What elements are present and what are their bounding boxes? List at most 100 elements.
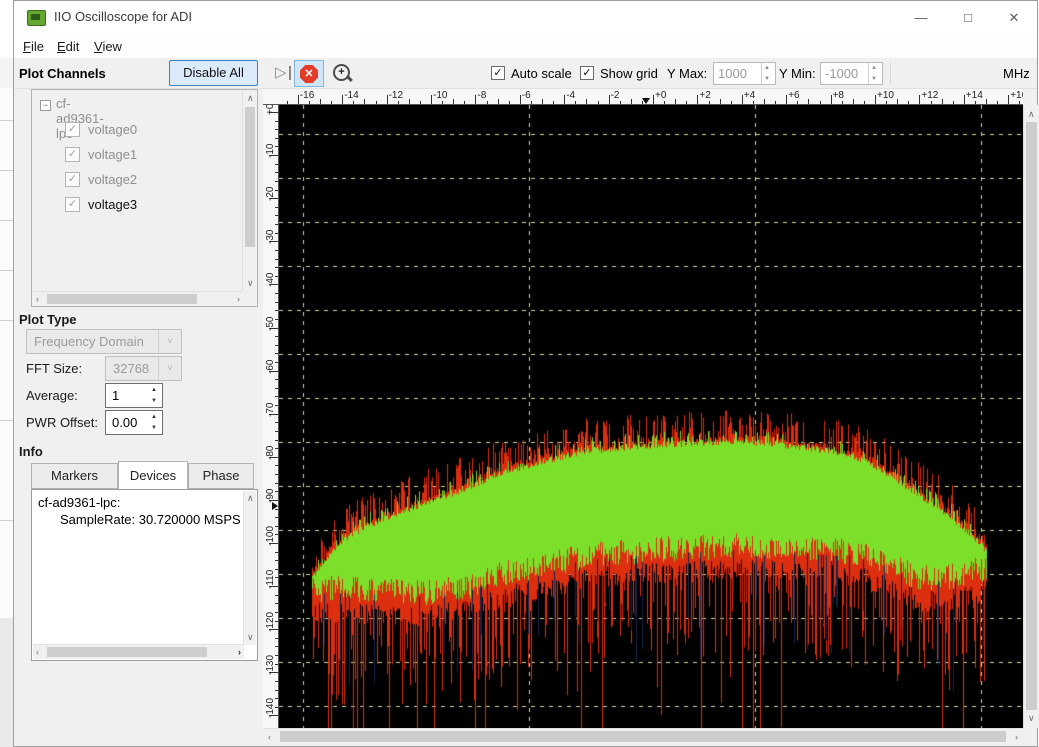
y-tick-label: +0 xyxy=(265,105,275,115)
x-tick xyxy=(886,101,887,104)
scroll-down-icon[interactable]: ∨ xyxy=(247,632,254,643)
x-tick xyxy=(464,101,465,104)
scroll-thumb[interactable] xyxy=(47,294,197,304)
chevron-down-icon: ˅ xyxy=(158,357,181,380)
scroll-thumb[interactable] xyxy=(47,647,207,657)
scroll-up-icon[interactable]: ∧ xyxy=(1028,109,1035,120)
stop-capture-button[interactable]: ✕ xyxy=(294,60,324,87)
scroll-thumb[interactable] xyxy=(245,107,255,247)
channel-checkbox[interactable]: ✓ xyxy=(65,172,80,187)
x-tick xyxy=(442,101,443,104)
spin-down-icon[interactable]: ▼ xyxy=(871,76,877,82)
x-ruler-position-marker xyxy=(642,98,650,104)
x-tick xyxy=(376,101,377,104)
close-button[interactable]: ✕ xyxy=(996,5,1032,30)
maximize-button[interactable]: □ xyxy=(950,5,986,30)
tab-devices[interactable]: Devices xyxy=(118,461,188,490)
tab-phase[interactable]: Phase xyxy=(188,463,254,489)
tree-horizontal-scrollbar[interactable]: ‹ › xyxy=(33,291,243,305)
tree-vertical-scrollbar[interactable]: ∧ ∨ xyxy=(242,91,256,291)
auto-scale-label: Auto scale xyxy=(511,66,572,81)
y-min-spinbox[interactable]: -1000 ▲ ▼ xyxy=(820,62,883,85)
spin-up-icon[interactable]: ▲ xyxy=(151,387,157,393)
average-spinbox[interactable]: 1 ▲▼ xyxy=(105,383,163,408)
x-tick xyxy=(398,101,399,104)
y-tick xyxy=(275,517,278,518)
pwr-offset-spinbox[interactable]: 0.00 ▲ ▼ xyxy=(105,410,163,435)
average-label: Average: xyxy=(26,388,78,403)
spin-down-icon[interactable]: ▼ xyxy=(151,425,157,431)
scroll-left-icon[interactable]: ‹ xyxy=(36,294,39,304)
scroll-up-icon[interactable]: ∧ xyxy=(247,493,254,504)
x-tick xyxy=(831,95,832,104)
x-tick xyxy=(564,95,565,104)
x-tick xyxy=(609,95,610,104)
x-tick xyxy=(653,95,654,104)
channel-label: voltage3 xyxy=(88,197,137,212)
scroll-thumb[interactable] xyxy=(1026,122,1037,710)
info-vertical-scrollbar[interactable]: ∧ ∨ xyxy=(243,491,256,645)
spin-down-icon[interactable]: ▼ xyxy=(764,76,770,82)
channel-checkbox[interactable]: ✓ xyxy=(65,197,80,212)
zoom-in-button[interactable]: + xyxy=(329,61,355,87)
menu-view[interactable]: View xyxy=(91,37,125,56)
title-bar[interactable]: IIO Oscilloscope for ADI — □ ✕ xyxy=(14,1,1037,34)
x-tick xyxy=(553,101,554,104)
info-horizontal-scrollbar[interactable]: ‹ › xyxy=(33,644,244,659)
x-tick xyxy=(1019,101,1020,104)
show-grid-checkbox[interactable]: ✓ xyxy=(580,66,594,80)
y-tick-label: -20 xyxy=(265,171,275,201)
channel-checkbox[interactable]: ✓ xyxy=(65,122,80,137)
spin-up-icon[interactable]: ▲ xyxy=(871,65,877,71)
background-row-divider xyxy=(0,520,13,521)
x-tick xyxy=(487,101,488,104)
spin-down-icon[interactable]: ▼ xyxy=(151,398,157,404)
x-tick xyxy=(298,95,299,104)
scroll-down-icon[interactable]: ∨ xyxy=(247,278,254,289)
minimize-button[interactable]: — xyxy=(903,5,939,30)
fft-size-value: 32768 xyxy=(113,361,149,376)
menu-edit[interactable]: Edit xyxy=(54,37,82,56)
x-tick xyxy=(620,101,621,104)
scroll-left-icon[interactable]: ‹ xyxy=(268,732,271,742)
spin-up-icon[interactable]: ▲ xyxy=(151,414,157,420)
x-tick xyxy=(842,101,843,104)
plot-horizontal-scrollbar[interactable]: ‹ › xyxy=(263,728,1023,744)
fft-size-dropdown[interactable]: 32768 ˅ xyxy=(105,356,182,381)
y-tick xyxy=(275,422,278,423)
spectrum-plot-canvas[interactable] xyxy=(279,105,1023,728)
scroll-right-icon[interactable]: › xyxy=(238,647,241,657)
scroll-up-icon[interactable]: ∧ xyxy=(247,93,254,104)
y-tick-label: -80 xyxy=(265,430,275,460)
pwr-offset-value: 0.00 xyxy=(112,415,137,430)
spin-up-icon[interactable]: ▲ xyxy=(764,65,770,71)
y-tick-label: -70 xyxy=(265,387,275,417)
scroll-down-icon[interactable]: ∨ xyxy=(1028,713,1035,724)
auto-scale-checkbox[interactable]: ✓ xyxy=(491,66,505,80)
menu-bar: File Edit View xyxy=(14,34,1037,58)
y-max-spinbox[interactable]: 1000 ▲▼ xyxy=(713,62,776,85)
toolbar-separator xyxy=(890,62,891,85)
menu-file[interactable]: File xyxy=(20,37,47,56)
x-tick xyxy=(387,95,388,104)
y-tick xyxy=(275,267,278,268)
chevron-down-icon: ˅ xyxy=(158,330,181,353)
plot-domain-dropdown[interactable]: Frequency Domain ˅ xyxy=(26,329,182,354)
scroll-thumb[interactable] xyxy=(280,731,1006,742)
tab-markers[interactable]: Markers xyxy=(31,463,118,489)
capture-play-icon[interactable]: ▷ xyxy=(275,63,287,81)
channel-checkbox[interactable]: ✓ xyxy=(65,147,80,162)
collapse-icon[interactable]: − xyxy=(40,100,51,111)
y-tick xyxy=(275,129,278,130)
scroll-right-icon[interactable]: › xyxy=(1015,732,1018,742)
x-tick-label: -12 xyxy=(389,90,403,101)
plot-vertical-scrollbar[interactable]: ∧ ∨ xyxy=(1023,105,1039,728)
y-min-value: -1000 xyxy=(825,66,858,81)
x-tick xyxy=(753,101,754,104)
y-tick xyxy=(275,164,278,165)
disable-all-button[interactable]: Disable All xyxy=(169,60,258,86)
y-tick xyxy=(275,474,278,475)
background-row-divider xyxy=(0,270,13,271)
scroll-right-icon[interactable]: › xyxy=(237,294,240,304)
scroll-left-icon[interactable]: ‹ xyxy=(36,647,39,657)
